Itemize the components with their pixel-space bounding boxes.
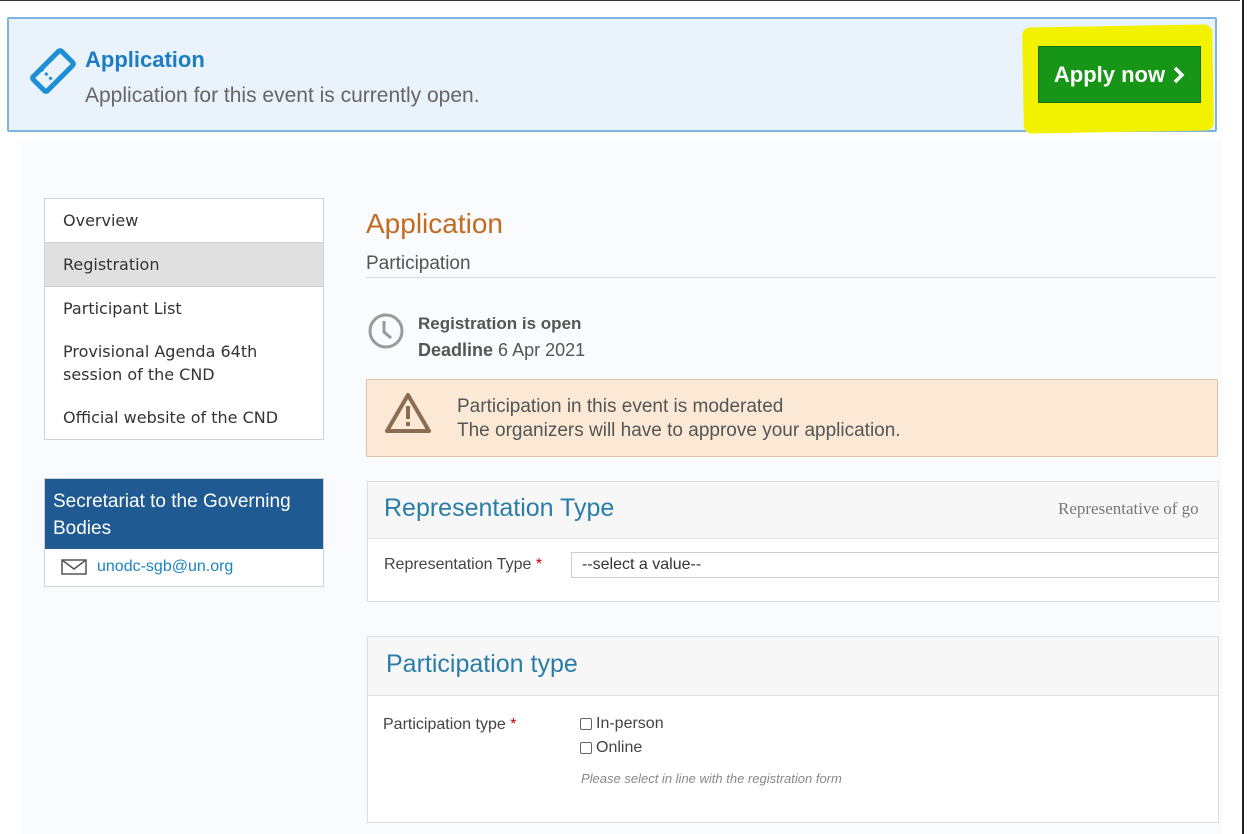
sidebar-item-official-website[interactable]: Official website of the CND (45, 396, 323, 439)
warning-icon (383, 391, 433, 440)
apply-now-label: Apply now (1053, 61, 1166, 87)
sidebar-item-registration[interactable]: Registration (45, 242, 323, 287)
page-title: Application (366, 208, 503, 239)
participation-field-label: Participation type * (383, 716, 516, 734)
sidebar-item-provisional-agenda[interactable]: Provisional Agenda 64th session of the C… (45, 330, 323, 396)
in-person-label: In-person (596, 715, 664, 732)
representation-select[interactable]: --select a value-- (571, 552, 1218, 578)
participation-title: Participation type (386, 650, 578, 678)
sidebar-nav: Overview Registration Participant List P… (44, 198, 324, 440)
warning-line-2: The organizers will have to approve your… (457, 420, 901, 441)
sidebar-item-participant-list[interactable]: Participant List (45, 287, 323, 330)
ticket-icon (27, 45, 79, 97)
representation-panel: Representation Type Representative of go… (367, 481, 1219, 602)
option-online[interactable]: Online (580, 739, 642, 757)
banner-title: Application (85, 47, 205, 72)
participation-label-text: Participation type (383, 716, 506, 733)
representation-title: Representation Type (384, 494, 615, 522)
deadline-label: Deadline (418, 340, 494, 360)
right-divider (1242, 0, 1244, 834)
contact-box: Secretariat to the Governing Bodies unod… (44, 478, 324, 587)
in-person-checkbox[interactable] (580, 718, 592, 730)
apply-now-button[interactable]: Apply now (1038, 46, 1201, 103)
chevron-right-icon (1173, 66, 1185, 83)
participation-panel: Participation type Participation type * … (367, 636, 1219, 823)
top-divider (0, 0, 1240, 1)
participation-panel-header: Participation type (368, 637, 1218, 696)
representation-label-text: Representation Type (384, 556, 532, 573)
representation-selected: Representative of go (1058, 499, 1199, 518)
page-subtitle: Participation (366, 253, 471, 274)
clock-icon (366, 311, 406, 356)
online-checkbox[interactable] (580, 742, 592, 754)
title-divider (366, 277, 1216, 278)
moderation-warning: Participation in this event is moderated… (366, 379, 1218, 457)
required-marker: * (510, 716, 517, 733)
banner-text: Application for this event is currently … (85, 84, 480, 107)
contact-email-link[interactable]: unodc-sgb@un.org (97, 558, 233, 576)
contact-email-row: unodc-sgb@un.org (45, 549, 323, 586)
representation-field-label: Representation Type * (384, 556, 542, 574)
sidebar-item-overview[interactable]: Overview (45, 199, 323, 242)
required-marker: * (535, 556, 543, 573)
envelope-icon (61, 559, 87, 575)
registration-status: Registration is open (418, 314, 582, 333)
option-in-person[interactable]: In-person (580, 715, 664, 733)
contact-heading: Secretariat to the Governing Bodies (45, 479, 323, 549)
deadline: Deadline 6 Apr 2021 (418, 340, 585, 361)
representation-panel-header: Representation Type Representative of go (368, 482, 1218, 539)
online-label: Online (596, 739, 643, 756)
warning-line-1: Participation in this event is moderated (457, 396, 784, 417)
deadline-value: 6 Apr 2021 (498, 340, 586, 360)
application-banner: Application Application for this event i… (7, 17, 1217, 134)
participation-help-text: Please select in line with the registrat… (581, 771, 842, 786)
